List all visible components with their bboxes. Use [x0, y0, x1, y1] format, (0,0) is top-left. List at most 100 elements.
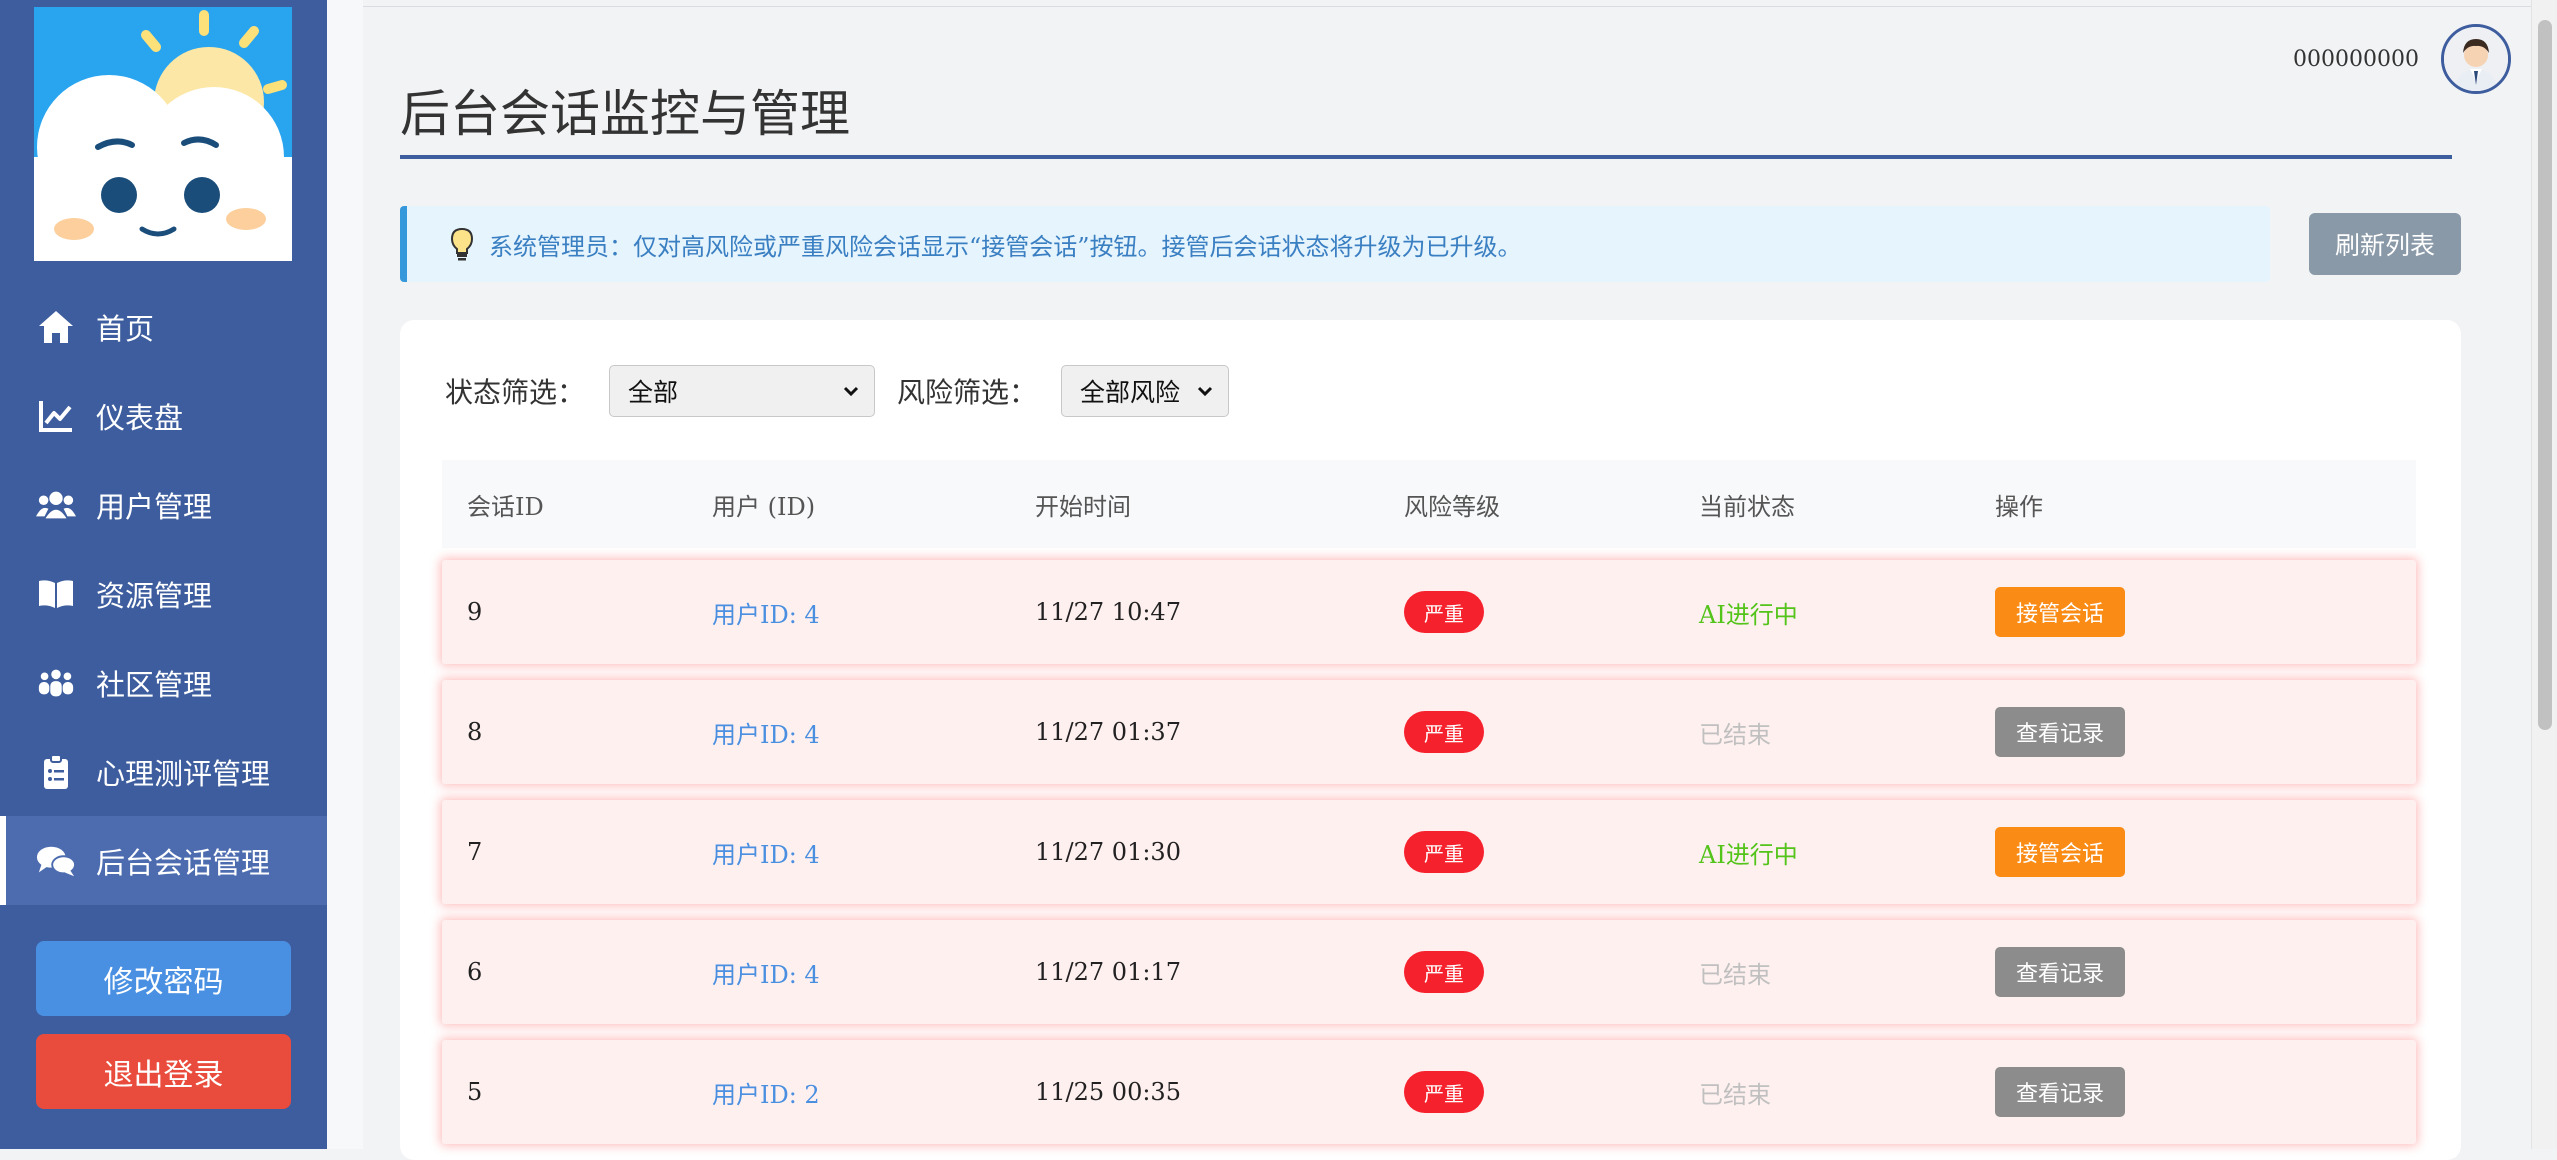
home-icon: [36, 307, 76, 347]
clipboard-icon: [36, 752, 76, 792]
user-link[interactable]: 用户ID: 2: [712, 1040, 820, 1144]
table-row: 5 用户ID: 2 11/25 00:35 严重 已结束 查看记录: [442, 1040, 2416, 1144]
action-cell: 查看记录: [1995, 1040, 2125, 1144]
view-record-button[interactable]: 查看记录: [1995, 947, 2125, 997]
header-action: 操作: [1995, 492, 2043, 521]
start-time: 11/25 00:35: [1035, 1078, 1181, 1106]
main-content: 000000000 后台会话监控与管理 系统管理员：仅对高风险或严重风险会话显示…: [327, 0, 2531, 1160]
sidebar-item-label: 资源管理: [96, 578, 213, 613]
risk-cell: 严重: [1404, 1040, 1484, 1144]
risk-filter-select[interactable]: 全部风险: [1061, 365, 1230, 417]
status-filter-select[interactable]: 全部: [609, 365, 876, 417]
table-row: 8 用户ID: 4 11/27 01:37 严重 已结束 查看记录: [442, 680, 2416, 784]
sidebar-item-assessment[interactable]: 心理测评管理: [0, 727, 327, 816]
action-cell: 查看记录: [1995, 680, 2125, 784]
sidebar-item-sessions[interactable]: 后台会话管理: [0, 816, 327, 905]
risk-badge: 严重: [1404, 951, 1484, 993]
start-time: 11/27 10:47: [1035, 598, 1181, 626]
logout-button[interactable]: 退出登录: [36, 1034, 291, 1109]
session-id: 6: [467, 958, 483, 986]
start-time: 11/27 01:17: [1035, 958, 1181, 986]
view-record-button[interactable]: 查看记录: [1995, 707, 2125, 757]
view-record-button[interactable]: 查看记录: [1995, 1067, 2125, 1117]
action-cell: 查看记录: [1995, 920, 2125, 1024]
risk-badge: 严重: [1404, 831, 1484, 873]
risk-filter-label: 风险筛选：: [897, 376, 1038, 409]
start-time: 11/27 01:37: [1035, 718, 1181, 746]
sidebar-item-dashboard[interactable]: 仪表盘: [0, 371, 327, 460]
user-link[interactable]: 用户ID: 4: [712, 680, 820, 784]
risk-cell: 严重: [1404, 800, 1484, 904]
status-text: AI进行中: [1699, 600, 1798, 629]
status-filter-value: 全部: [628, 378, 679, 407]
sidebar-nav: 首页 仪表盘 用户管理 资源管理 社区管理 心理测评管理 后台会话管理: [0, 282, 327, 905]
status-text: 已结束: [1699, 720, 1771, 749]
filter-bar: 状态筛选： 全部 风险筛选： 全部风险: [445, 365, 1230, 417]
header-risk: 风险等级: [1404, 492, 1500, 521]
header-user: 用户 (ID): [712, 492, 816, 521]
community-icon: [36, 663, 76, 703]
header-session-id: 会话ID: [467, 492, 544, 521]
action-cell: 接管会话: [1995, 560, 2125, 664]
comments-icon: [36, 841, 76, 881]
chart-line-icon: [36, 396, 76, 436]
username: 000000000: [2293, 46, 2419, 72]
avatar[interactable]: [2441, 24, 2511, 94]
title-underline: [400, 155, 2452, 159]
sidebar: 首页 仪表盘 用户管理 资源管理 社区管理 心理测评管理 后台会话管理 修改密码…: [0, 0, 327, 1149]
sidebar-item-label: 社区管理: [96, 667, 213, 702]
risk-cell: 严重: [1404, 680, 1484, 784]
page-title: 后台会话监控与管理: [400, 85, 850, 143]
sidebar-item-community[interactable]: 社区管理: [0, 638, 327, 727]
sidebar-item-label: 仪表盘: [96, 400, 184, 435]
status-text: 已结束: [1699, 960, 1771, 989]
status-filter-label: 状态筛选：: [445, 376, 586, 409]
notice-text: 系统管理员：仅对高风险或严重风险会话显示“接管会话”按钮。接管后会话状态将升级为…: [489, 232, 1522, 261]
chevron-down-icon: [1197, 386, 1213, 397]
table-row: 9 用户ID: 4 11/27 10:47 严重 AI进行中 接管会话: [442, 560, 2416, 664]
take-over-button[interactable]: 接管会话: [1995, 827, 2125, 877]
session-id: 5: [467, 1078, 483, 1106]
session-id: 7: [467, 838, 483, 866]
session-id: 8: [467, 718, 483, 746]
table-header: 会话ID 用户 (ID) 开始时间 风险等级 当前状态 操作: [442, 460, 2416, 548]
sidebar-item-label: 心理测评管理: [96, 756, 271, 791]
risk-filter-value: 全部风险: [1080, 378, 1181, 407]
user-link[interactable]: 用户ID: 4: [712, 920, 820, 1024]
app-logo: [34, 7, 292, 261]
risk-badge: 严重: [1404, 1071, 1484, 1113]
session-id: 9: [467, 598, 483, 626]
admin-notice: 系统管理员：仅对高风险或严重风险会话显示“接管会话”按钮。接管后会话状态将升级为…: [400, 206, 2270, 282]
status-text: 已结束: [1699, 1080, 1771, 1109]
refresh-list-button[interactable]: 刷新列表: [2309, 213, 2461, 275]
user-link[interactable]: 用户ID: 4: [712, 560, 820, 664]
book-icon: [36, 574, 76, 614]
user-link[interactable]: 用户ID: 4: [712, 800, 820, 904]
sidebar-item-label: 用户管理: [96, 489, 213, 524]
scrollbar-thumb[interactable]: [2538, 20, 2552, 730]
change-password-button[interactable]: 修改密码: [36, 941, 291, 1016]
page-scrollbar[interactable]: [2531, 0, 2557, 1149]
sidebar-item-label: 首页: [96, 311, 155, 346]
table-row: 6 用户ID: 4 11/27 01:17 严重 已结束 查看记录: [442, 920, 2416, 1024]
sidebar-item-label: 后台会话管理: [96, 845, 271, 880]
risk-cell: 严重: [1404, 560, 1484, 664]
risk-badge: 严重: [1404, 711, 1484, 753]
header-divider: [363, 6, 2531, 7]
sidebar-item-home[interactable]: 首页: [0, 282, 327, 371]
user-menu[interactable]: 000000000: [2293, 24, 2511, 94]
take-over-button[interactable]: 接管会话: [1995, 587, 2125, 637]
lightbulb-icon: [450, 227, 474, 261]
risk-cell: 严重: [1404, 920, 1484, 1024]
session-card: 状态筛选： 全部 风险筛选： 全部风险 会话ID 用户 (ID) 开始时间 风险…: [400, 320, 2461, 1160]
content-gutter: [327, 0, 363, 1149]
sidebar-item-resources[interactable]: 资源管理: [0, 549, 327, 638]
risk-badge: 严重: [1404, 591, 1484, 633]
chevron-down-icon: [843, 386, 859, 397]
status-text: AI进行中: [1699, 840, 1798, 869]
sidebar-item-users[interactable]: 用户管理: [0, 460, 327, 549]
header-start-time: 开始时间: [1035, 492, 1131, 521]
header-status: 当前状态: [1699, 492, 1795, 521]
start-time: 11/27 01:30: [1035, 838, 1181, 866]
action-cell: 接管会话: [1995, 800, 2125, 904]
